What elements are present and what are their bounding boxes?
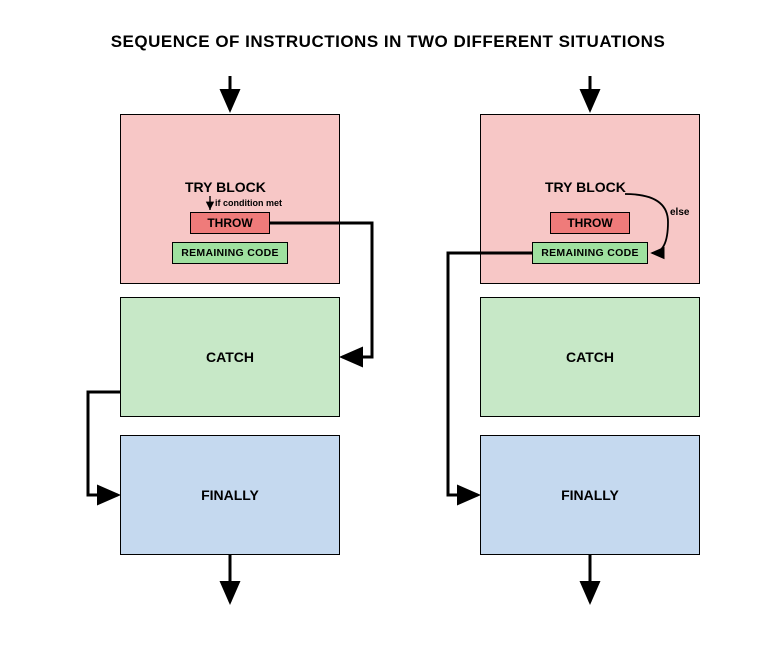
diagram-title: SEQUENCE OF INSTRUCTIONS IN TWO DIFFEREN…	[0, 32, 776, 52]
remaining-code-label: REMAINING CODE	[541, 247, 639, 259]
finally-block: FINALLY	[480, 435, 700, 555]
throw-box: THROW	[190, 212, 270, 234]
try-block-label: TRY BLOCK	[545, 179, 626, 195]
catch-label: CATCH	[206, 349, 254, 365]
throw-label: THROW	[567, 216, 612, 230]
right-flow: TRY BLOCK else THROW REMAINING CODE CATC…	[420, 72, 760, 632]
remaining-code-box: REMAINING CODE	[172, 242, 288, 264]
finally-label: FINALLY	[561, 487, 619, 503]
try-block-label: TRY BLOCK	[185, 179, 266, 195]
throw-label: THROW	[207, 216, 252, 230]
finally-label: FINALLY	[201, 487, 259, 503]
catch-block: CATCH	[120, 297, 340, 417]
condition-note: if condition met	[215, 198, 282, 208]
left-flow: TRY BLOCK if condition met THROW REMAINI…	[60, 72, 400, 632]
else-note: else	[670, 207, 689, 218]
throw-box: THROW	[550, 212, 630, 234]
catch-block: CATCH	[480, 297, 700, 417]
catch-label: CATCH	[566, 349, 614, 365]
remaining-code-box: REMAINING CODE	[532, 242, 648, 264]
finally-block: FINALLY	[120, 435, 340, 555]
remaining-code-label: REMAINING CODE	[181, 247, 279, 259]
